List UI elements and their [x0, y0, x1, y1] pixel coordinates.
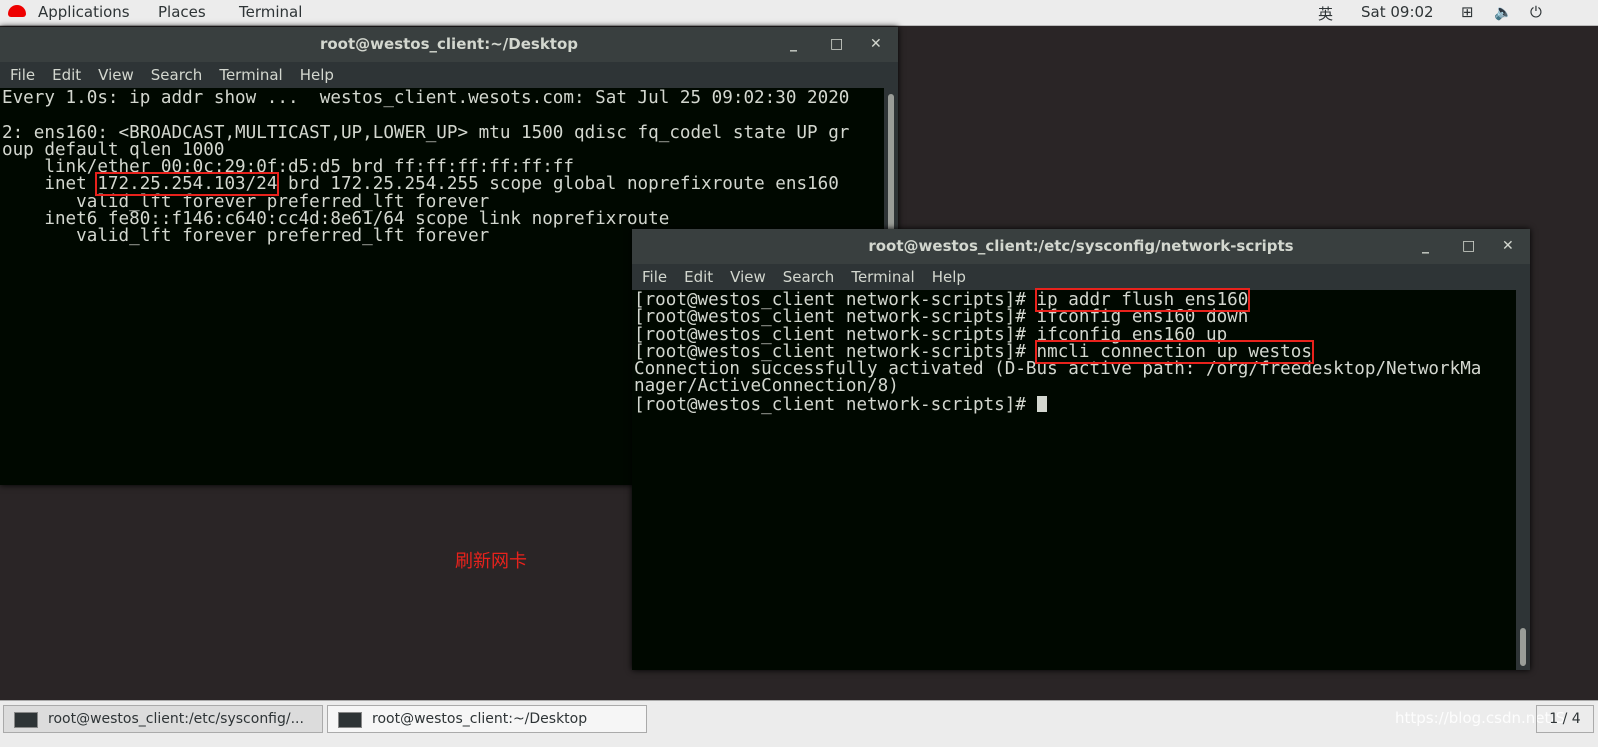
- close-button[interactable]: ✕: [870, 27, 882, 62]
- terminal-icon: [14, 712, 38, 728]
- terminal-window-network-scripts[interactable]: root@westos_client:/etc/sysconfig/networ…: [632, 229, 1530, 670]
- menu-search[interactable]: Search: [151, 66, 203, 84]
- prompt: [root@westos_client network-scripts]#: [634, 394, 1037, 415]
- terminal-line: Every 1.0s: ip addr show ... westos_clie…: [2, 88, 850, 108]
- maximize-button[interactable]: □: [830, 27, 843, 62]
- menu-terminal[interactable]: Terminal: [219, 66, 282, 84]
- menu-file[interactable]: File: [642, 268, 667, 286]
- scrollbar[interactable]: [1516, 290, 1530, 670]
- minimize-button[interactable]: _: [790, 27, 797, 62]
- window-title: root@westos_client:~/Desktop: [319, 35, 579, 53]
- clock[interactable]: Sat 09:02: [1361, 3, 1434, 21]
- menu-terminal[interactable]: Terminal: [851, 268, 914, 286]
- volume-icon[interactable]: 🔈: [1494, 3, 1513, 21]
- task-desktop[interactable]: root@westos_client:~/Desktop: [327, 705, 647, 733]
- power-icon[interactable]: ⏻: [1530, 3, 1542, 21]
- title-bar[interactable]: root@westos_client:~/Desktop _ □ ✕: [0, 27, 898, 62]
- terminal-output[interactable]: [root@westos_client network-scripts]# ip…: [632, 288, 1530, 670]
- applications-menu[interactable]: Applications: [38, 3, 130, 21]
- menu-edit[interactable]: Edit: [52, 66, 81, 84]
- annotation-refresh-nic: 刷新网卡: [455, 551, 527, 572]
- task-label: root@westos_client:/etc/sysconfig/...: [48, 711, 304, 727]
- input-method-indicator[interactable]: 英: [1318, 3, 1333, 24]
- menu-bar: File Edit View Search Terminal Help: [0, 62, 898, 88]
- menu-search[interactable]: Search: [783, 268, 835, 286]
- maximize-button[interactable]: □: [1462, 229, 1475, 264]
- minimize-button[interactable]: _: [1422, 229, 1429, 264]
- places-menu[interactable]: Places: [158, 3, 206, 21]
- terminal-line: [root@westos_client network-scripts]#: [634, 394, 1530, 415]
- task-label: root@westos_client:~/Desktop: [372, 711, 588, 727]
- window-title: root@westos_client:/etc/sysconfig/networ…: [868, 237, 1294, 255]
- redhat-logo-icon: [8, 5, 26, 17]
- close-button[interactable]: ✕: [1502, 229, 1514, 264]
- menu-help[interactable]: Help: [300, 66, 334, 84]
- menu-view[interactable]: View: [730, 268, 766, 286]
- terminal-line: ​: [2, 107, 898, 124]
- terminal-app-menu[interactable]: Terminal: [239, 3, 302, 21]
- top-bar: Applications Places Terminal 英 Sat 09:02…: [0, 0, 1598, 26]
- taskbar: root@westos_client:/etc/sysconfig/... ro…: [0, 700, 1598, 747]
- terminal-line: nager/ActiveConnection/8): [634, 376, 899, 397]
- terminal-icon: [338, 712, 362, 728]
- menu-edit[interactable]: Edit: [684, 268, 713, 286]
- menu-view[interactable]: View: [98, 66, 134, 84]
- workspace-indicator[interactable]: 1 / 4: [1536, 705, 1594, 733]
- menu-help[interactable]: Help: [932, 268, 966, 286]
- title-bar[interactable]: root@westos_client:/etc/sysconfig/networ…: [632, 229, 1530, 264]
- text-cursor: [1036, 395, 1047, 412]
- menu-bar: File Edit View Search Terminal Help: [632, 264, 1530, 290]
- task-network-scripts[interactable]: root@westos_client:/etc/sysconfig/...: [3, 705, 323, 733]
- menu-file[interactable]: File: [10, 66, 35, 84]
- network-icon[interactable]: ⊞: [1461, 3, 1474, 21]
